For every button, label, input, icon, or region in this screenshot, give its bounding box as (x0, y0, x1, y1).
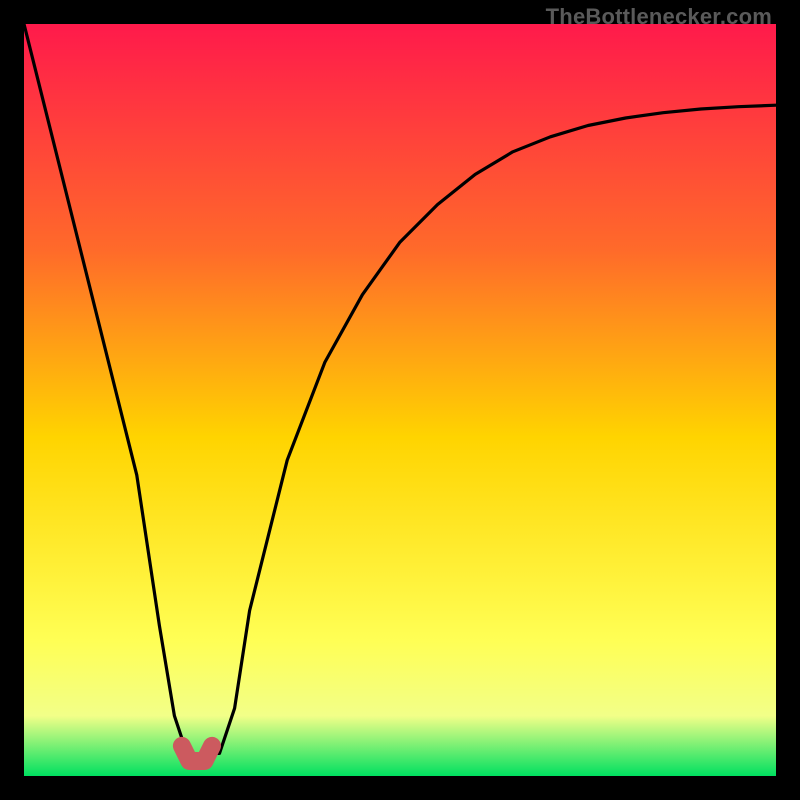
bottleneck-chart (24, 24, 776, 776)
gradient-background (24, 24, 776, 776)
chart-frame (24, 24, 776, 776)
watermark-text: TheBottlenecker.com (546, 4, 772, 30)
